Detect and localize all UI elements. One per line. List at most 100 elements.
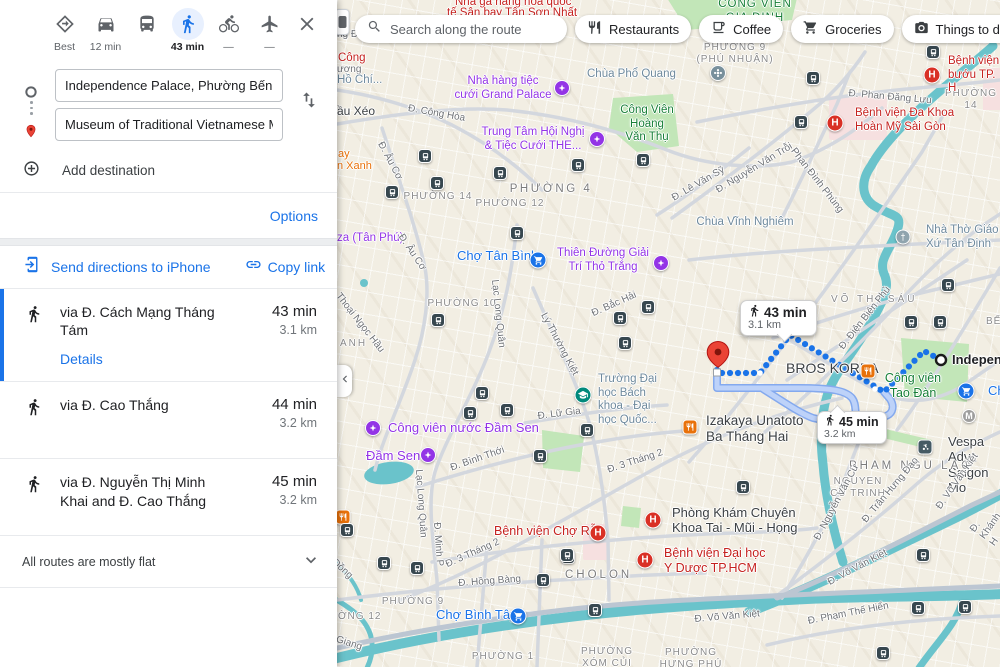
university-icon[interactable]: [575, 387, 592, 404]
hospital-icon[interactable]: H: [637, 552, 654, 569]
temple-icon[interactable]: [710, 65, 726, 81]
share-row: Send directions to iPhone Copy link: [0, 246, 337, 288]
bus-stop-icon[interactable]: [613, 311, 627, 325]
route-distance: 3.2 km: [272, 416, 317, 430]
bus-stop-icon[interactable]: [941, 278, 955, 292]
bus-stop-icon[interactable]: [806, 71, 820, 85]
bus-stop-icon[interactable]: [431, 313, 445, 327]
restaurant-icon[interactable]: [683, 420, 698, 435]
send-directions-button[interactable]: Send directions to iPhone: [51, 259, 211, 275]
bus-stop-icon[interactable]: [926, 45, 940, 59]
bus-stop-icon[interactable]: [618, 336, 632, 350]
route-option[interactable]: via Đ. Cách Mạng Tháng TámDetails43 min3…: [0, 288, 337, 381]
add-destination-button[interactable]: Add destination: [0, 148, 337, 192]
bus-stop-icon[interactable]: [641, 300, 655, 314]
bus-stop-icon[interactable]: [794, 115, 808, 129]
bus-stop-icon[interactable]: [418, 149, 432, 163]
church-icon[interactable]: [896, 230, 911, 245]
map-canvas[interactable]: Nhà ga hàng hóa quốctế Sân bay Tân Sơn N…: [337, 0, 1000, 667]
chip-restaurants[interactable]: Restaurants: [575, 15, 691, 43]
bus-stop-icon[interactable]: [410, 561, 424, 575]
bus-stop-icon[interactable]: [636, 153, 650, 167]
travel-mode-flight[interactable]: —: [249, 8, 290, 53]
hospital-icon[interactable]: H: [645, 512, 662, 529]
bus-stop-icon[interactable]: [916, 548, 930, 562]
bus-stop-icon[interactable]: [533, 449, 547, 463]
route-time: 44 min: [272, 396, 317, 413]
bus-stop-icon[interactable]: [385, 185, 399, 199]
travel-mode-best[interactable]: Best: [44, 8, 85, 53]
rail-station-icon[interactable]: [337, 9, 350, 35]
route-option[interactable]: via Đ. Cao Thắng44 min3.2 km: [0, 381, 337, 458]
bus-stop-icon[interactable]: [510, 226, 524, 240]
market-icon[interactable]: [510, 608, 527, 625]
bus-stop-icon[interactable]: [958, 600, 972, 614]
bus-stop-icon[interactable]: [500, 403, 514, 417]
travel-mode-bar: Best12 min43 min——: [0, 0, 337, 58]
route-list: via Đ. Cách Mạng Tháng TámDetails43 min3…: [0, 288, 337, 535]
attraction-icon[interactable]: [365, 420, 381, 436]
bus-stop-icon[interactable]: [463, 406, 477, 420]
bike-icon: [213, 8, 245, 40]
hospital-icon[interactable]: H: [827, 115, 844, 132]
bus-stop-icon[interactable]: [911, 601, 925, 615]
route-callout-selected[interactable]: 43 min 3.1 km: [740, 300, 817, 336]
hospital-icon[interactable]: H: [924, 67, 941, 84]
bus-stop-icon[interactable]: [377, 556, 391, 570]
chip-coffee[interactable]: Coffee: [699, 15, 783, 43]
bus-stop-icon[interactable]: [588, 603, 602, 617]
search-along-route[interactable]: Search along the route: [355, 15, 567, 43]
attraction-icon[interactable]: [554, 80, 570, 96]
route-callout-alternate[interactable]: 45 min 3.2 km: [817, 411, 887, 444]
bus-stop-icon[interactable]: [736, 480, 750, 494]
route-distance: 3.1 km: [272, 323, 317, 337]
travel-mode-bike[interactable]: —: [208, 8, 249, 53]
market-icon[interactable]: [530, 252, 547, 269]
copy-link-button[interactable]: Copy link: [245, 256, 326, 278]
chip-things-to-do[interactable]: Things to do: [902, 15, 1000, 43]
origin-input[interactable]: [55, 69, 283, 102]
callout-time: 45 min: [839, 415, 879, 429]
restaurant-icon[interactable]: [861, 364, 876, 379]
filter-chips: Restaurants Coffee Groceries Things to do: [575, 15, 1000, 43]
bus-stop-icon[interactable]: [340, 523, 354, 537]
travel-mode-drive[interactable]: 12 min: [85, 8, 126, 53]
collapse-panel-button[interactable]: [337, 365, 352, 397]
search-placeholder: Search along the route: [390, 22, 522, 37]
send-to-phone-icon: [24, 256, 41, 278]
travel-mode-transit[interactable]: [126, 8, 167, 53]
bus-stop-icon[interactable]: [571, 158, 585, 172]
market-icon[interactable]: [958, 383, 975, 400]
bus-stop-icon[interactable]: [904, 315, 918, 329]
metro-icon[interactable]: M: [962, 409, 976, 423]
walk-icon: [25, 475, 43, 493]
hospital-icon[interactable]: H: [590, 525, 607, 542]
options-button[interactable]: Options: [270, 208, 318, 224]
route-option[interactable]: via Đ. Nguyễn Thị Minh Khai and Đ. Cao T…: [0, 458, 337, 535]
bus-stop-icon[interactable]: [493, 166, 507, 180]
swap-waypoints-button[interactable]: [299, 90, 321, 112]
close-directions-button[interactable]: [296, 13, 320, 37]
elevation-note-row[interactable]: All routes are mostly flat: [0, 535, 337, 587]
bus-stop-icon[interactable]: [560, 548, 574, 562]
route-time: 43 min: [272, 303, 317, 320]
tour-icon[interactable]: [918, 440, 933, 455]
travel-mode-walk[interactable]: 43 min: [167, 8, 208, 53]
bus-stop-icon[interactable]: [580, 423, 594, 437]
route-time: 45 min: [272, 473, 317, 490]
attraction-icon[interactable]: [653, 255, 669, 271]
bus-stop-icon[interactable]: [536, 573, 550, 587]
chip-groceries[interactable]: Groceries: [791, 15, 893, 43]
destination-input[interactable]: [55, 108, 283, 141]
bus-stop-icon[interactable]: [933, 315, 947, 329]
bus-stop-icon[interactable]: [876, 646, 890, 660]
route-details-link[interactable]: Details: [60, 351, 317, 367]
walk-icon: [748, 304, 761, 320]
bus-stop-icon[interactable]: [430, 176, 444, 190]
chip-label: Restaurants: [609, 22, 679, 37]
bus-stop-icon[interactable]: [475, 386, 489, 400]
attraction-icon[interactable]: [420, 447, 436, 463]
callout-distance: 3.2 km: [824, 428, 879, 440]
flight-icon: [254, 8, 286, 40]
attraction-icon[interactable]: [589, 131, 605, 147]
